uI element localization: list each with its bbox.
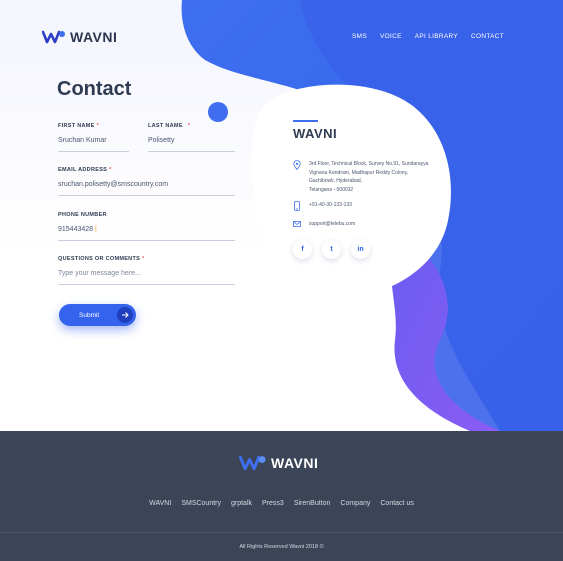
footer-link-sirenbutton[interactable]: SirenButton bbox=[294, 500, 331, 507]
first-name-label: FIRST NAME * bbox=[58, 123, 100, 129]
nav-item-sms[interactable]: SMS bbox=[352, 33, 367, 40]
email-input[interactable]: sruchan.polisetty@smscountry.com bbox=[58, 181, 235, 196]
top-nav: SMS VOICE API LIBRARY CONTACT bbox=[352, 33, 504, 40]
twitter-icon[interactable]: t bbox=[322, 240, 341, 259]
decorative-dot bbox=[208, 102, 228, 122]
phone-label: PHONE NUMBER bbox=[58, 212, 107, 218]
comments-label: QUESTIONS OR COMMENTS * bbox=[58, 256, 145, 262]
location-pin-icon bbox=[293, 160, 301, 170]
submit-button[interactable]: Submit bbox=[59, 304, 136, 326]
hero-section: WAVNI SMS VOICE API LIBRARY CONTACT Cont… bbox=[0, 0, 563, 431]
page-title: Contact bbox=[57, 78, 132, 100]
last-name-label: LAST NAME * bbox=[148, 123, 191, 129]
address-text: 3rd Floor, Technical Block, Survey No.91… bbox=[309, 161, 429, 193]
brand-logo[interactable]: WAVNI bbox=[42, 29, 117, 45]
phone-icon bbox=[294, 201, 300, 211]
footer-link-contact-us[interactable]: Contact us bbox=[380, 500, 413, 507]
email-field[interactable]: EMAIL ADDRESS * sruchan.polisetty@smscoun… bbox=[58, 167, 235, 196]
last-name-input[interactable]: Polisetty bbox=[148, 137, 235, 152]
wavni-logo-icon bbox=[42, 30, 65, 44]
phone-text[interactable]: +91-40-30-133-133 bbox=[309, 201, 352, 211]
mail-icon bbox=[293, 221, 301, 227]
comments-field[interactable]: QUESTIONS OR COMMENTS * Type your message… bbox=[58, 256, 235, 285]
nav-item-api-library[interactable]: API LIBRARY bbox=[415, 33, 458, 40]
comments-textarea[interactable]: Type your message here... bbox=[58, 270, 235, 285]
footer-links: WAVNI SMSCountry grptalk Press3 SirenBut… bbox=[0, 500, 563, 507]
submit-label: Submit bbox=[79, 311, 100, 319]
phone-input[interactable]: 915443428 | bbox=[58, 226, 235, 241]
footer-link-press3[interactable]: Press3 bbox=[262, 500, 284, 507]
social-links: f t in bbox=[293, 240, 370, 259]
phone-row: +91-40-30-133-133 bbox=[293, 201, 352, 211]
email-row: support@telebu.com bbox=[293, 220, 355, 229]
footer-brand-name: WAVNI bbox=[271, 455, 319, 471]
footer-logo[interactable]: WAVNI bbox=[239, 455, 318, 471]
copyright-text: All Rights Reserved Wavni 2018 © bbox=[239, 544, 324, 550]
nav-item-contact[interactable]: CONTACT bbox=[471, 33, 504, 40]
arrow-right-icon bbox=[117, 307, 133, 323]
brand-name: WAVNI bbox=[70, 29, 118, 45]
footer-link-company[interactable]: Company bbox=[340, 500, 370, 507]
first-name-field[interactable]: FIRST NAME * Sruchan Kumar bbox=[58, 123, 129, 152]
footer bbox=[0, 431, 563, 561]
last-name-field[interactable]: LAST NAME * Polisetty bbox=[148, 123, 235, 152]
first-name-input[interactable]: Sruchan Kumar bbox=[58, 137, 129, 152]
footer-divider bbox=[0, 532, 563, 533]
contact-card: WAVNI 3rd Floor, Technical Block, Survey… bbox=[293, 120, 453, 259]
card-brand: WAVNI bbox=[293, 120, 453, 141]
address-row: 3rd Floor, Technical Block, Survey No.91… bbox=[293, 160, 428, 194]
wavni-logo-icon bbox=[239, 455, 266, 471]
footer-link-smscountry[interactable]: SMSCountry bbox=[181, 500, 221, 507]
facebook-icon[interactable]: f bbox=[293, 240, 312, 259]
linkedin-icon[interactable]: in bbox=[351, 240, 370, 259]
email-text[interactable]: support@telebu.com bbox=[309, 220, 355, 229]
email-label: EMAIL ADDRESS * bbox=[58, 167, 112, 173]
nav-item-voice[interactable]: VOICE bbox=[380, 33, 402, 40]
phone-field[interactable]: PHONE NUMBER 915443428 | bbox=[58, 212, 235, 241]
footer-link-grptalk[interactable]: grptalk bbox=[231, 500, 252, 507]
footer-link-wavni[interactable]: WAVNI bbox=[149, 500, 171, 507]
